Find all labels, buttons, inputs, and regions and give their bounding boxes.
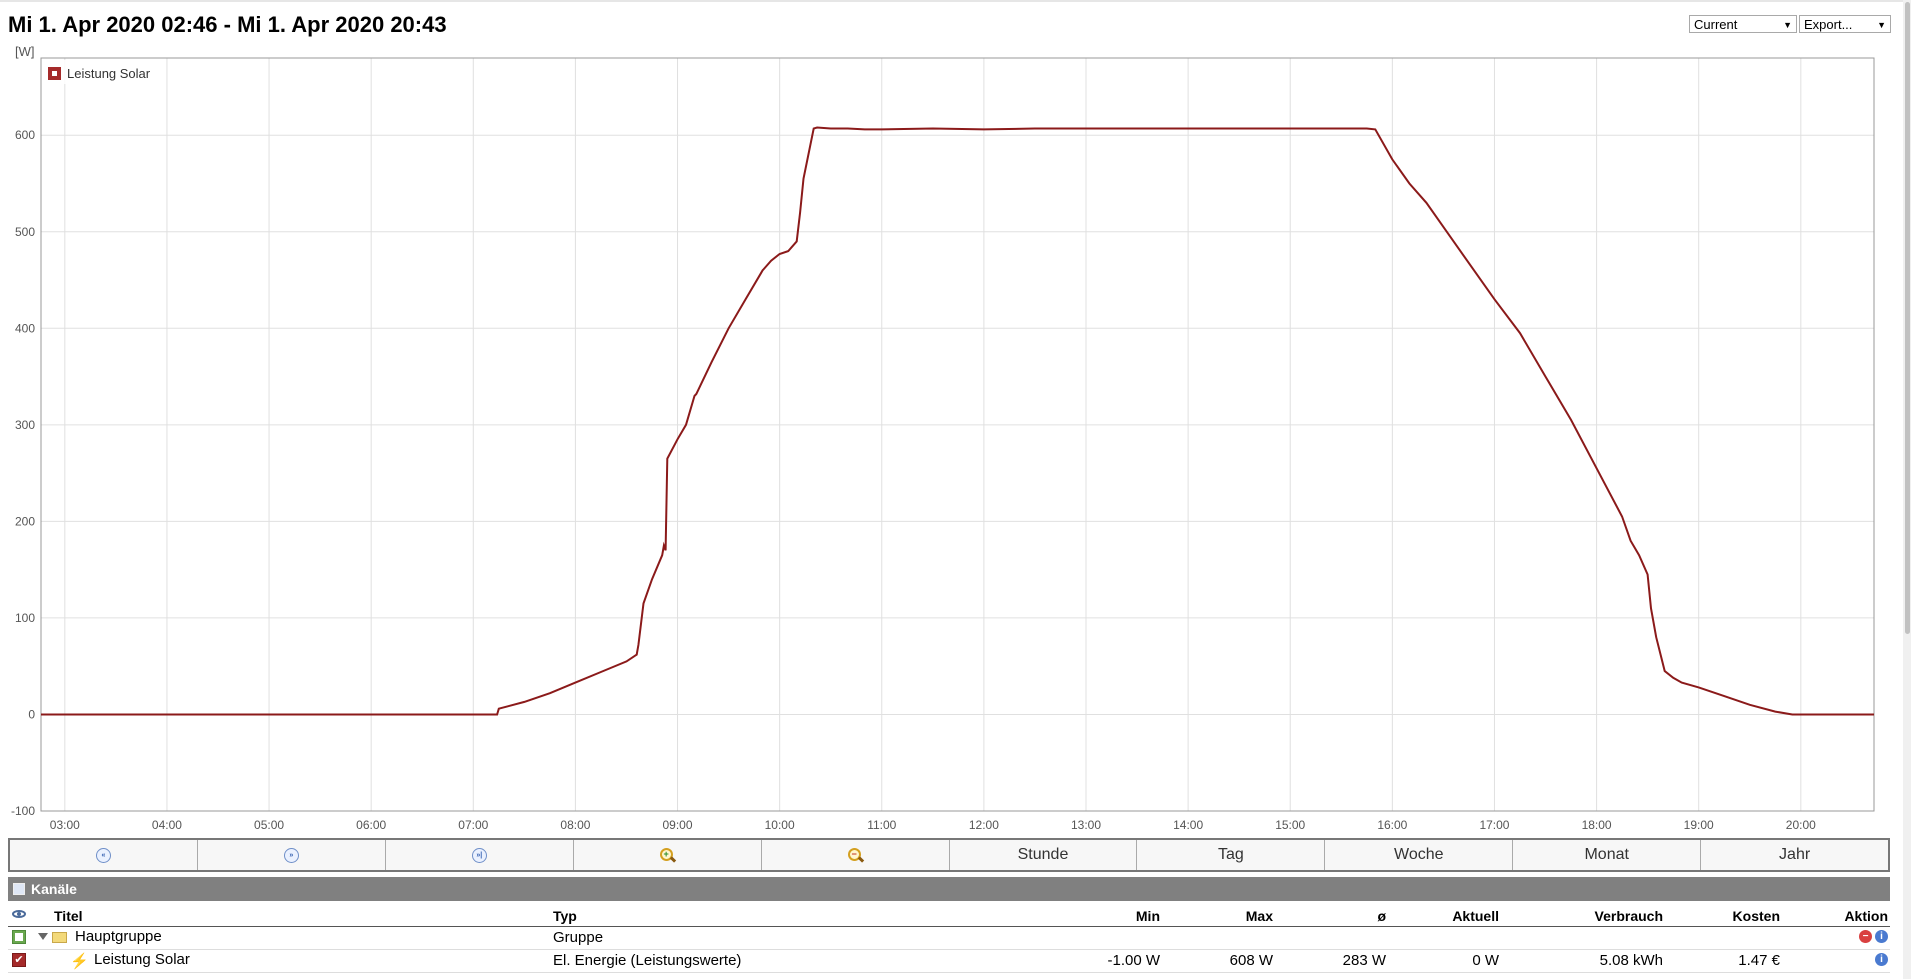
row-min: -1.00 W: [1107, 952, 1160, 969]
col-max[interactable]: Max: [1161, 908, 1273, 924]
period-month-button[interactable]: Monat: [1513, 840, 1702, 870]
y-axis: -100 0 100 200 300 400 500 600: [11, 128, 35, 818]
export-select[interactable]: Export... ▼: [1799, 15, 1891, 33]
row-verbrauch: 5.08 kWh: [1599, 952, 1663, 969]
y-tick-label: 100: [15, 611, 35, 625]
row-max: 608 W: [1229, 952, 1273, 969]
x-tick-label: 10:00: [765, 818, 795, 830]
row-average: 283 W: [1342, 952, 1386, 969]
page-title: Mi 1. Apr 2020 02:46 - Mi 1. Apr 2020 20…: [8, 12, 447, 37]
y-axis-label: [W]: [15, 44, 35, 59]
row-aktuell: 0 W: [1472, 952, 1499, 969]
channels-panel-header[interactable]: Kanäle: [8, 877, 1890, 901]
delete-icon[interactable]: −: [1859, 930, 1872, 943]
row-typ: El. Energie (Leistungswerte): [553, 952, 742, 969]
period-day-button[interactable]: Tag: [1137, 840, 1326, 870]
x-tick-label: 14:00: [1173, 818, 1203, 830]
x-tick-label: 08:00: [560, 818, 590, 830]
info-icon[interactable]: i: [1875, 953, 1888, 966]
visibility-eye-icon[interactable]: [12, 910, 26, 918]
x-tick-label: 12:00: [969, 818, 999, 830]
x-tick-label: 11:00: [867, 818, 896, 830]
fast-forward-icon: »: [283, 847, 299, 863]
nav-end-button[interactable]: »|: [386, 840, 574, 870]
group-checkbox[interactable]: [12, 930, 26, 944]
chevron-down-icon: ▼: [1783, 20, 1792, 30]
navigation-bar: « » »| + − Stunde Tag Woche Monat Jahr: [8, 838, 1890, 872]
channel-checkbox[interactable]: ✔: [12, 953, 26, 967]
nav-forward-button[interactable]: »: [198, 840, 386, 870]
mode-select[interactable]: Current ▼: [1689, 15, 1797, 33]
nav-back-button[interactable]: «: [10, 840, 198, 870]
y-tick-label: 0: [28, 707, 35, 721]
col-min[interactable]: Min: [1048, 908, 1160, 924]
x-tick-label: 09:00: [663, 818, 693, 830]
table-icon: [13, 883, 25, 895]
info-icon[interactable]: i: [1875, 930, 1888, 943]
power-chart: -1000100200300400500600 03:00 04:00 05:00 0…: [11, 44, 1875, 830]
y-tick-label: 600: [15, 128, 35, 142]
top-border: [0, 0, 1911, 2]
col-kosten[interactable]: Kosten: [1688, 908, 1780, 924]
y-tick-label: 200: [15, 514, 35, 528]
row-titel: Hauptgruppe: [75, 928, 162, 945]
col-average[interactable]: ø: [1274, 908, 1386, 924]
x-tick-label: 15:00: [1275, 818, 1305, 830]
folder-icon: [52, 932, 67, 943]
row-typ: Gruppe: [553, 929, 604, 946]
scrollbar-thumb[interactable]: [1905, 2, 1910, 634]
x-tick-label: 20:00: [1786, 818, 1816, 830]
x-tick-label: 19:00: [1684, 818, 1714, 830]
lightning-icon: ⚡: [70, 953, 89, 970]
table-row-leistung-solar: ✔ ⚡ Leistung Solar El. Energie (Leistung…: [8, 950, 1890, 973]
expand-triangle-icon[interactable]: [38, 933, 48, 940]
col-titel[interactable]: Titel: [54, 908, 83, 924]
export-select-value: Export...: [1804, 17, 1853, 32]
legend-swatch-mark: [52, 71, 57, 76]
period-year-button[interactable]: Jahr: [1701, 840, 1888, 870]
rewind-icon: «: [95, 847, 111, 863]
channels-title: Kanäle: [31, 881, 77, 897]
col-typ[interactable]: Typ: [553, 908, 577, 924]
y-tick-label: 400: [15, 321, 35, 335]
chart-grid: [41, 58, 1874, 812]
row-titel: Leistung Solar: [94, 951, 190, 968]
col-verbrauch[interactable]: Verbrauch: [1523, 908, 1663, 924]
col-aktion: Aktion: [1844, 908, 1888, 924]
chart-legend: Leistung Solar: [43, 60, 155, 84]
channels-table-header: Titel Typ Min Max ø Aktuell Verbrauch Ko…: [8, 906, 1890, 927]
legend-label: Leistung Solar: [67, 66, 151, 81]
zoom-in-icon: +: [659, 847, 676, 863]
zoom-out-button[interactable]: −: [762, 840, 950, 870]
x-axis: 03:00 04:00 05:00 06:00 07:00 08:00 09:00 10:00…: [50, 818, 1816, 830]
x-tick-label: 16:00: [1377, 818, 1407, 830]
y-tick-label: 300: [15, 418, 35, 432]
plot-area: [40, 57, 1875, 812]
x-tick-label: 05:00: [254, 818, 284, 830]
chevron-down-icon: ▼: [1877, 20, 1886, 30]
zoom-out-icon: −: [847, 847, 864, 863]
x-tick-label: 06:00: [356, 818, 386, 830]
x-tick-label: 07:00: [458, 818, 488, 830]
mode-select-value: Current: [1694, 17, 1738, 32]
row-kosten: 1.47 €: [1738, 952, 1780, 969]
period-hour-button[interactable]: Stunde: [950, 840, 1138, 870]
skip-end-icon: »|: [471, 847, 487, 863]
x-tick-label: 18:00: [1582, 818, 1612, 830]
y-tick-label: -100: [11, 804, 35, 818]
x-tick-label: 13:00: [1071, 818, 1101, 830]
zoom-in-button[interactable]: +: [574, 840, 762, 870]
table-row-hauptgruppe: Hauptgruppe Gruppe − i: [8, 927, 1890, 950]
period-week-button[interactable]: Woche: [1325, 840, 1514, 870]
x-tick-label: 04:00: [152, 818, 182, 830]
series-line-leistung-solar: [41, 126, 1874, 716]
x-tick-label: 17:00: [1479, 818, 1509, 830]
y-tick-label: 500: [15, 225, 35, 239]
col-aktuell[interactable]: Aktuell: [1387, 908, 1499, 924]
x-tick-label: 03:00: [50, 818, 80, 830]
